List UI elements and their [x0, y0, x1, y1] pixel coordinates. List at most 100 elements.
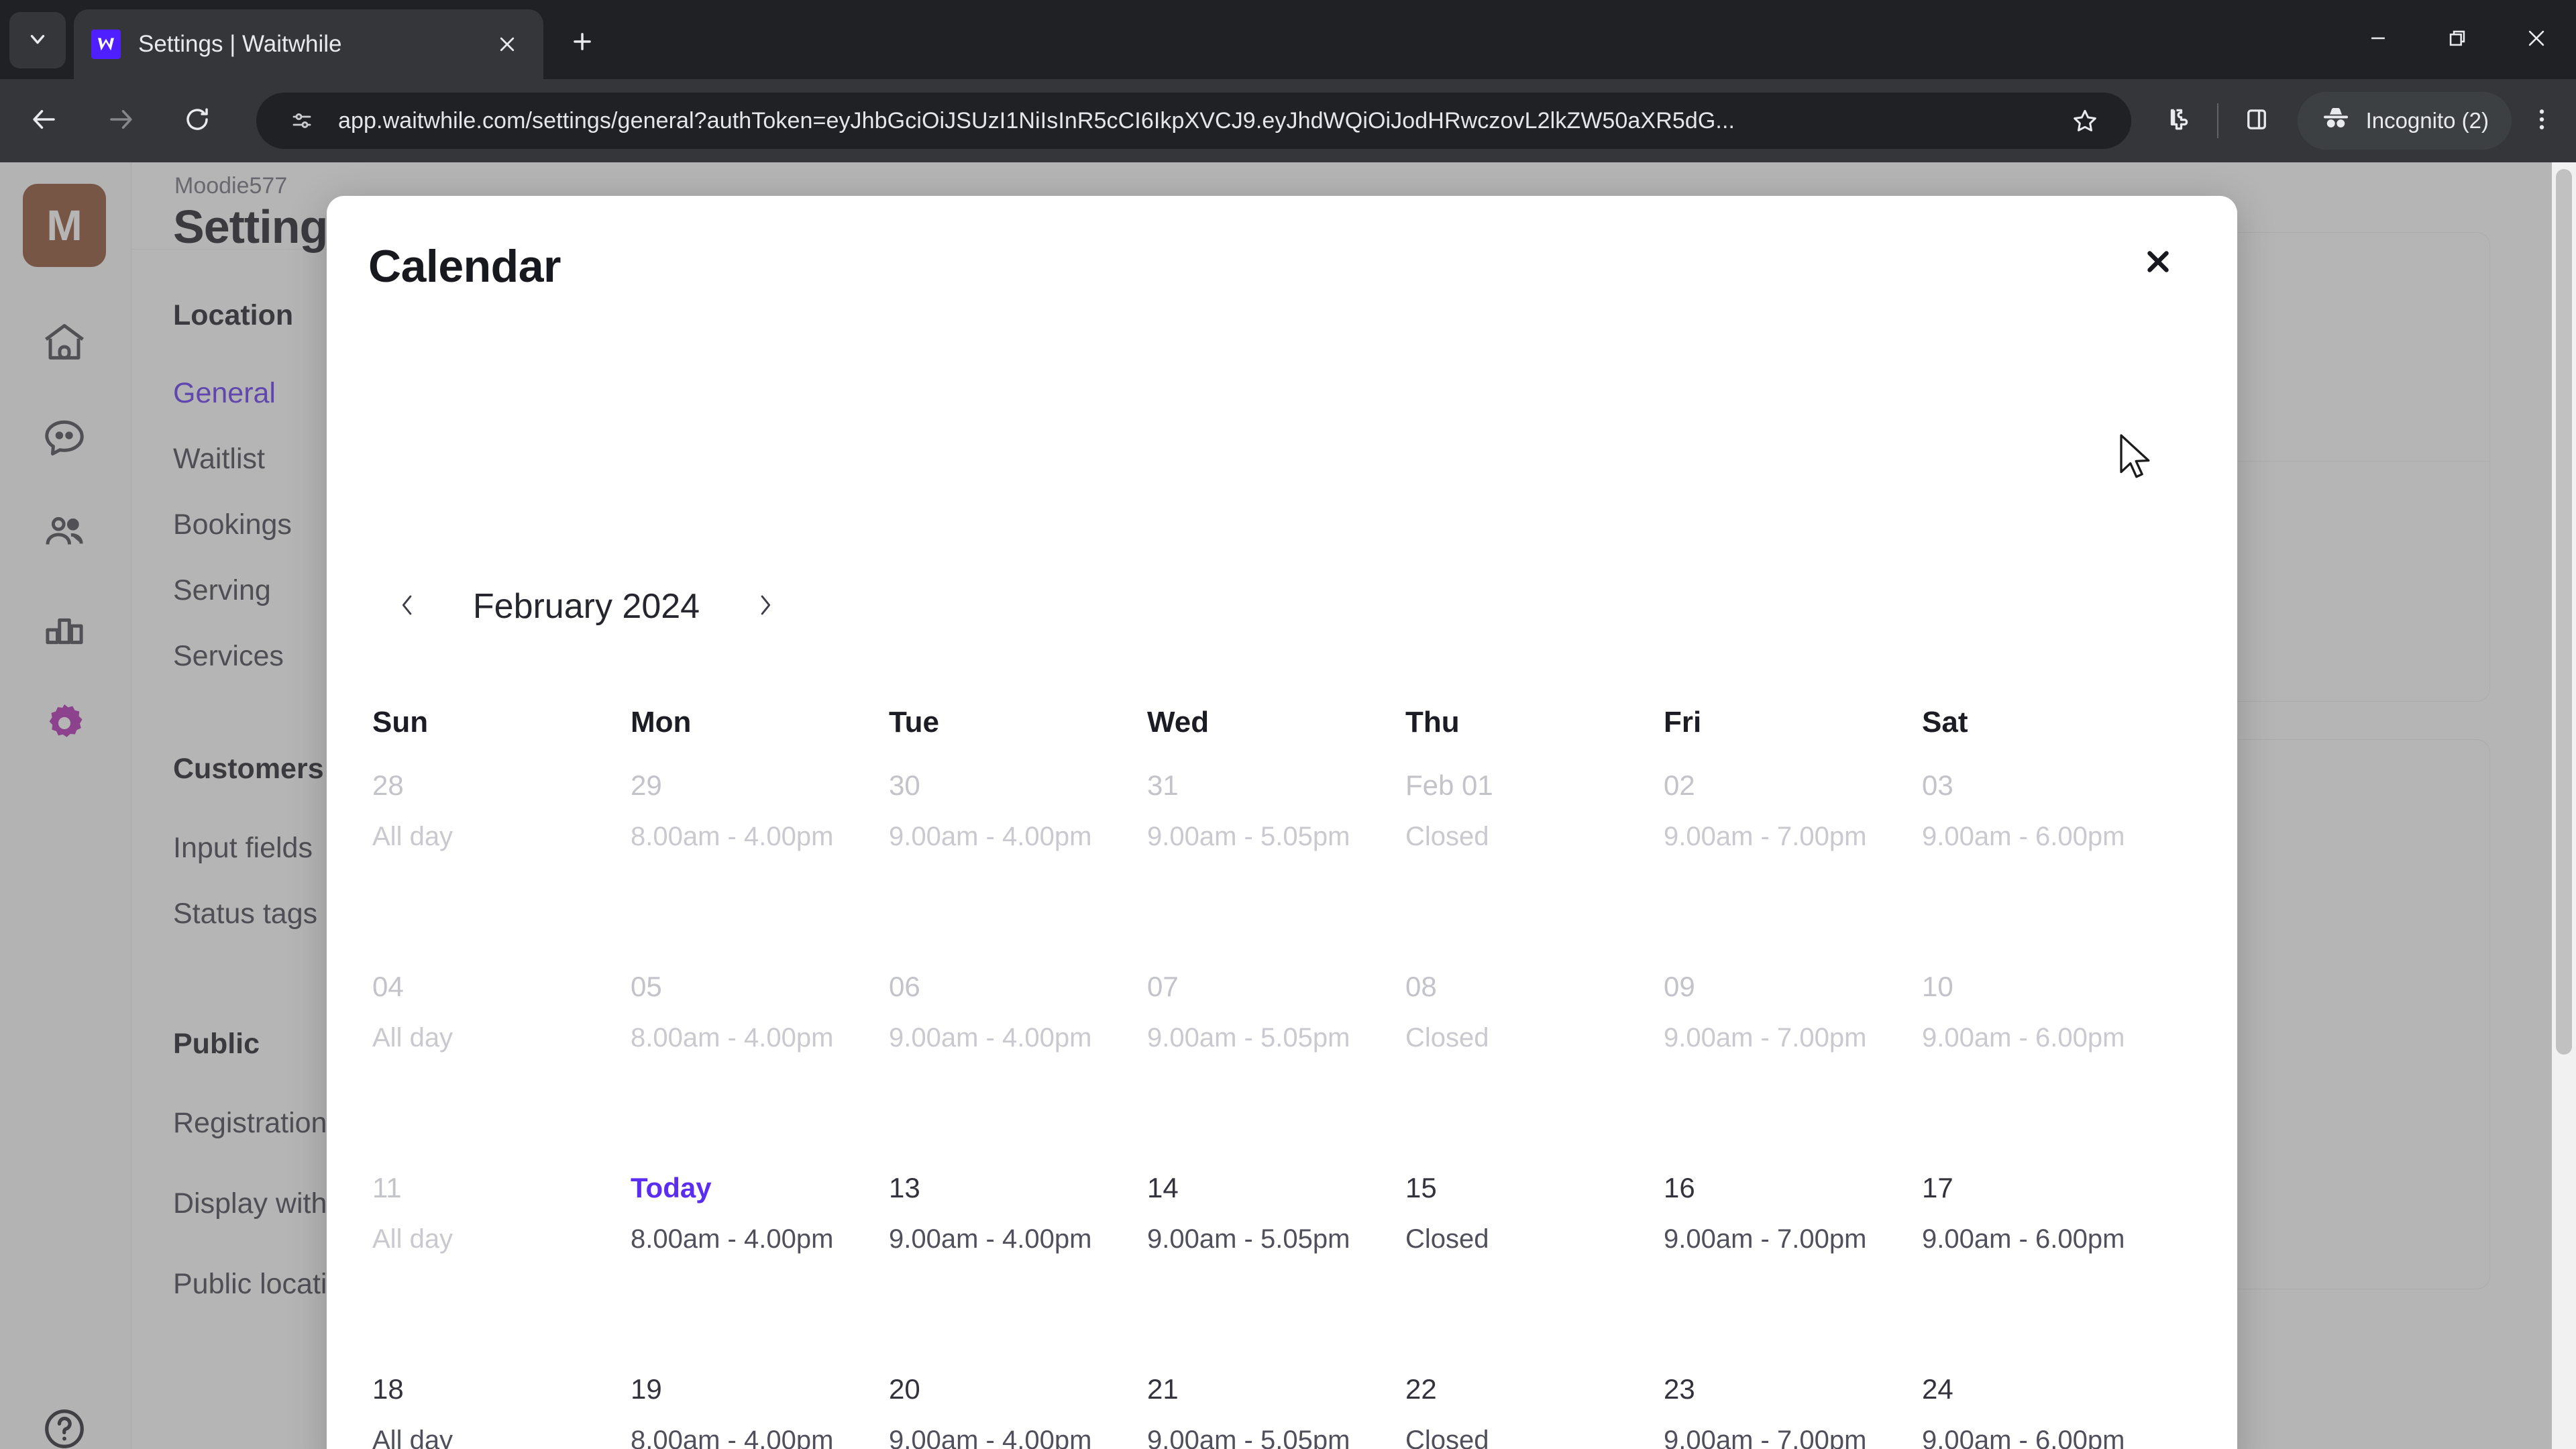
calendar-day-hours: 9.00am - 7.00pm [1664, 1224, 1867, 1254]
extensions-button[interactable] [2150, 92, 2208, 150]
calendar-week-row: 04 All day 05 8.00am - 4.00pm 06 9.00am - 4.0… [372, 954, 2184, 1155]
calendar-day-cell[interactable]: 23 9.00am - 7.00pm [1664, 1356, 1922, 1449]
window-close-button[interactable] [2497, 0, 2576, 79]
page-scrollbar[interactable] [2552, 162, 2576, 1449]
settings-item-bookings[interactable]: Bookings [173, 508, 292, 541]
settings-item-registration[interactable]: Registration [173, 1107, 327, 1140]
calendar-day-cell[interactable]: 15 Closed [1405, 1155, 1664, 1356]
sidebar-item-customers[interactable] [24, 494, 105, 574]
calendar-day-cell[interactable]: 29 8.00am - 4.00pm [631, 753, 889, 954]
calendar-day-cell[interactable]: 03 9.00am - 6.00pm [1922, 753, 2180, 954]
profile-chip[interactable]: Incognito (2) [2297, 92, 2512, 150]
sidebar-item-analytics[interactable] [24, 589, 105, 669]
dow-fri: Fri [1664, 706, 1702, 739]
calendar-day-cell[interactable]: 08 Closed [1405, 954, 1664, 1155]
browser-tab[interactable]: Settings | Waitwhile [74, 9, 543, 79]
calendar-day-number: 09 [1664, 971, 1695, 1002]
calendar-day-hours: 9.00am - 4.00pm [889, 1426, 1092, 1449]
calendar-day-cell[interactable]: 07 9.00am - 5.05pm [1147, 954, 1405, 1155]
calendar-day-cell[interactable]: 24 9.00am - 6.00pm [1922, 1356, 2180, 1449]
calendar-day-cell[interactable]: Today 8.00am - 4.00pm [631, 1155, 889, 1356]
calendar-day-hours: Closed [1405, 1224, 1489, 1254]
back-button[interactable] [12, 89, 76, 153]
browser-menu-button[interactable] [2512, 81, 2572, 160]
calendar-day-cell[interactable]: 17 9.00am - 6.00pm [1922, 1155, 2180, 1356]
page-viewport: M Moodie577 Settings Location General Wa… [0, 162, 2576, 1449]
calendar-dow-row: Sun Mon Tue Wed Thu Fri Sat [372, 706, 2184, 753]
calendar-day-hours: 9.00am - 4.00pm [889, 1023, 1092, 1053]
settings-item-waitlist[interactable]: Waitlist [173, 443, 265, 476]
settings-item-serving[interactable]: Serving [173, 574, 271, 607]
calendar-day-cell[interactable]: 05 8.00am - 4.00pm [631, 954, 889, 1155]
calendar-day-hours: 9.00am - 5.05pm [1147, 1426, 1350, 1449]
tab-search-button[interactable] [9, 12, 66, 68]
calendar-day-cell[interactable]: 19 8.00am - 4.00pm [631, 1356, 889, 1449]
side-panel-button[interactable] [2228, 92, 2286, 150]
sidebar-item-messages[interactable] [24, 398, 105, 479]
extensions-puzzle-icon [2165, 105, 2193, 137]
calendar-day-cell[interactable]: 16 9.00am - 7.00pm [1664, 1155, 1922, 1356]
dow-sun: Sun [372, 706, 429, 739]
scrollbar-thumb[interactable] [2556, 169, 2572, 1055]
calendar-day-hours: 8.00am - 4.00pm [631, 822, 834, 851]
calendar-day-cell[interactable]: 06 9.00am - 4.00pm [889, 954, 1147, 1155]
side-panel-icon [2243, 105, 2271, 137]
site-settings-icon[interactable] [279, 98, 325, 144]
modal-close-button[interactable] [2133, 237, 2184, 288]
calendar-day-cell[interactable]: 11 All day [372, 1155, 631, 1356]
address-bar[interactable]: app.waitwhile.com/settings/general?authT… [256, 93, 2131, 149]
calendar-day-cell[interactable]: 09 9.00am - 7.00pm [1664, 954, 1922, 1155]
calendar-day-cell[interactable]: 14 9.00am - 5.05pm [1147, 1155, 1405, 1356]
close-icon [2143, 246, 2174, 280]
calendar-day-number: 13 [889, 1172, 920, 1203]
window-minimize-button[interactable] [2339, 0, 2418, 79]
calendar-day-cell[interactable]: 18 All day [372, 1356, 631, 1449]
sidebar-item-home[interactable] [24, 303, 105, 384]
calendar-week-row: 18 All day 19 8.00am - 4.00pm 20 9.00am - 4.0… [372, 1356, 2184, 1449]
calendar-day-number: 29 [631, 769, 662, 801]
calendar-day-cell[interactable]: 20 9.00am - 4.00pm [889, 1356, 1147, 1449]
calendar-day-cell[interactable]: 10 9.00am - 6.00pm [1922, 954, 2180, 1155]
settings-item-input-fields[interactable]: Input fields [173, 832, 313, 865]
sidebar-item-settings[interactable] [24, 684, 105, 765]
calendar-day-cell[interactable]: 02 9.00am - 7.00pm [1664, 753, 1922, 954]
dow-thu: Thu [1405, 706, 1460, 739]
forward-button[interactable] [89, 89, 153, 153]
calendar-day-cell[interactable]: 21 9.00am - 5.05pm [1147, 1356, 1405, 1449]
calendar-day-number: 23 [1664, 1373, 1695, 1405]
dow-sat: Sat [1922, 706, 1968, 739]
calendar-day-cell[interactable]: 22 Closed [1405, 1356, 1664, 1449]
people-icon [41, 509, 88, 559]
prev-month-button[interactable] [372, 572, 442, 641]
calendar-day-number: 21 [1147, 1373, 1179, 1405]
tab-close-icon[interactable] [488, 25, 526, 63]
new-tab-button[interactable] [557, 17, 608, 68]
tab-strip: Settings | Waitwhile [0, 0, 2576, 79]
next-month-button[interactable] [731, 572, 800, 641]
calendar-day-cell[interactable]: 31 9.00am - 5.05pm [1147, 753, 1405, 954]
calendar-day-number: 14 [1147, 1172, 1179, 1203]
settings-item-status-tags[interactable]: Status tags [173, 898, 317, 930]
reload-button[interactable] [165, 89, 229, 153]
calendar-day-cell[interactable]: 28 All day [372, 753, 631, 954]
calendar-day-cell[interactable]: 13 9.00am - 4.00pm [889, 1155, 1147, 1356]
calendar-day-hours: 9.00am - 5.05pm [1147, 1023, 1350, 1053]
calendar-day-cell[interactable]: Feb 01 Closed [1405, 753, 1664, 954]
settings-item-services[interactable]: Services [173, 640, 284, 673]
window-maximize-button[interactable] [2418, 0, 2497, 79]
help-button[interactable] [24, 1390, 105, 1449]
calendar-day-number: 18 [372, 1373, 404, 1405]
settings-item-display-with[interactable]: Display with [173, 1187, 327, 1220]
star-icon[interactable] [2061, 97, 2108, 144]
calendar-day-hours: 8.00am - 4.00pm [631, 1224, 834, 1254]
calendar-day-hours: All day [372, 822, 453, 851]
workspace-logo[interactable]: M [23, 184, 106, 267]
settings-item-general[interactable]: General [173, 377, 276, 410]
calendar-day-hours: 9.00am - 7.00pm [1664, 822, 1867, 851]
calendar-day-cell[interactable]: 30 9.00am - 4.00pm [889, 753, 1147, 954]
minimize-icon [2367, 27, 2390, 53]
dow-tue: Tue [889, 706, 939, 739]
calendar-day-number: 05 [631, 971, 662, 1002]
home-icon [41, 319, 88, 369]
calendar-day-cell[interactable]: 04 All day [372, 954, 631, 1155]
